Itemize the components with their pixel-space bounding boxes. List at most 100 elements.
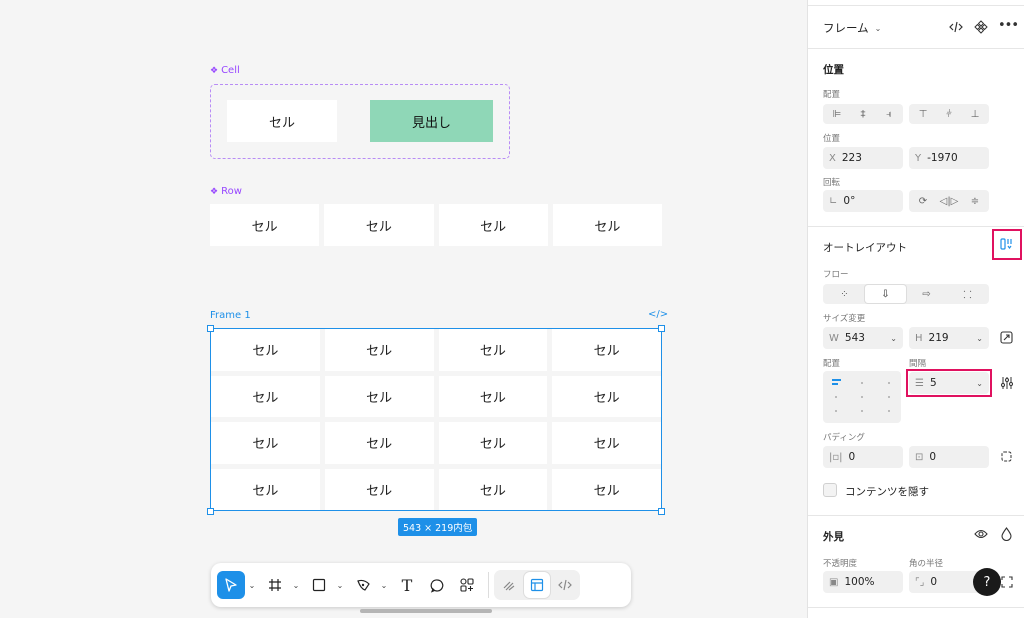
text-tool-button[interactable]: T (393, 571, 421, 599)
grid-cell[interactable]: セル (438, 375, 548, 417)
chevron-down-icon[interactable]: ⌄ (377, 581, 391, 590)
help-button[interactable]: ? (973, 568, 1001, 596)
align-middle-v-icon[interactable]: ⫩ (936, 105, 962, 123)
opacity-field[interactable]: ▣ 100% (823, 571, 903, 593)
component-tool-button[interactable] (453, 571, 481, 599)
grid-cell[interactable]: セル (438, 329, 548, 371)
draw-mode-button[interactable] (496, 572, 522, 598)
grid-cell[interactable]: セル (211, 422, 320, 464)
grid-cell[interactable]: セル (438, 422, 548, 464)
design-mode-button[interactable] (524, 572, 550, 598)
rotation-field[interactable]: ∟ 0° (823, 190, 903, 212)
alignment-dot[interactable] (835, 396, 837, 398)
grid-cell[interactable]: セル (211, 468, 320, 510)
cell-variant[interactable]: セル (227, 100, 337, 142)
row-cell[interactable]: セル (324, 204, 434, 246)
design-canvas[interactable]: ❖ Cell セル 見出し ❖ Row セル セル セル セル Frame 1 … (0, 0, 807, 618)
clip-content-checkbox[interactable] (823, 483, 837, 497)
pen-tool-button[interactable] (349, 571, 377, 599)
align-center-h-icon[interactable]: ‡ (850, 105, 876, 123)
resize-to-fit-icon[interactable] (1000, 331, 1013, 347)
width-value: 543 (844, 332, 865, 344)
shape-tool-button[interactable] (305, 571, 333, 599)
rotation-label: 回転 (823, 178, 841, 188)
more-options-icon[interactable]: ••• (998, 18, 1019, 33)
code-icon[interactable] (949, 20, 963, 37)
grid-cell[interactable]: セル (552, 422, 661, 464)
component-icon: ❖ (210, 186, 219, 197)
y-prefix: Y (915, 152, 922, 164)
alignment-dot[interactable] (888, 410, 890, 412)
eye-icon[interactable] (974, 528, 988, 543)
individual-padding-icon[interactable] (1000, 450, 1013, 466)
grid-cell[interactable]: セル (324, 422, 434, 464)
resize-handle-bottom-right[interactable] (658, 508, 665, 515)
vertical-flow-icon[interactable]: ⇩ (865, 285, 906, 303)
row-component-name: Row (221, 186, 242, 197)
layout-settings-icon[interactable] (1000, 376, 1014, 393)
grid-cell[interactable]: セル (211, 375, 320, 417)
grid-cell[interactable]: セル (211, 329, 320, 371)
horizontal-scrollbar[interactable] (360, 609, 492, 613)
row-cell[interactable]: セル (210, 204, 320, 246)
align-bottom-icon[interactable]: ⊥ (962, 105, 988, 123)
alignment-grid[interactable] (823, 371, 901, 423)
comment-tool-button[interactable] (423, 571, 451, 599)
horizontal-flow-icon[interactable]: ⇨ (906, 285, 947, 303)
row-cell[interactable]: セル (438, 204, 548, 246)
grid-cell[interactable]: セル (552, 375, 661, 417)
grid-cell[interactable]: セル (552, 468, 661, 510)
alignment-dot[interactable] (888, 382, 890, 384)
cell-component-label[interactable]: ❖ Cell (210, 65, 240, 76)
resize-handle-bottom-left[interactable] (207, 508, 214, 515)
vertical-padding-field[interactable]: ⊡ 0 (909, 446, 989, 468)
heading-variant[interactable]: 見出し (370, 100, 493, 142)
layer-type-dropdown[interactable]: フレーム ⌄ (823, 20, 881, 36)
frame-tool-button[interactable] (261, 571, 289, 599)
component-icon[interactable] (974, 20, 988, 37)
resize-handle-top-left[interactable] (207, 325, 214, 332)
freeform-icon[interactable]: ⁘ (824, 285, 865, 303)
chevron-down-icon[interactable]: ⌄ (333, 581, 347, 590)
align-left-icon[interactable]: ⊫ (824, 105, 850, 123)
grid-cell[interactable]: セル (324, 375, 434, 417)
height-field[interactable]: H 219 ⌄ (909, 327, 989, 349)
grid-cell[interactable]: セル (324, 468, 434, 510)
drop-icon[interactable] (1001, 527, 1012, 544)
resize-handle-top-right[interactable] (658, 325, 665, 332)
components-icon (460, 578, 474, 592)
alignment-dot[interactable] (888, 396, 890, 398)
grid-cell[interactable]: セル (324, 329, 434, 371)
align-right-icon[interactable]: ⫣ (876, 105, 902, 123)
alignment-dot[interactable] (861, 382, 863, 384)
flip-horizontal-icon[interactable]: ◁|▷ (936, 191, 962, 211)
grid-cell[interactable]: セル (438, 468, 548, 510)
rotate-icon[interactable]: ⟳ (910, 191, 936, 211)
chevron-down-icon[interactable]: ⌄ (289, 581, 303, 590)
opacity-icon: ▣ (829, 576, 839, 588)
independent-corners-icon[interactable] (1001, 576, 1013, 591)
move-tool-button[interactable] (217, 571, 245, 599)
alignment-dot[interactable] (861, 410, 863, 412)
y-field[interactable]: Y -1970 (909, 147, 989, 169)
x-field[interactable]: X 223 (823, 147, 903, 169)
frame-label[interactable]: Frame 1 (210, 310, 251, 321)
dev-mode-button[interactable] (552, 572, 578, 598)
chevron-down-icon[interactable]: ⌄ (245, 581, 259, 590)
width-field[interactable]: W 543 ⌄ (823, 327, 903, 349)
highlight-box (906, 369, 992, 397)
horizontal-padding-field[interactable]: |▫| 0 (823, 446, 903, 468)
corner-radius-icon: ⌜⌟ (915, 576, 925, 588)
row-component[interactable]: セル セル セル セル (210, 204, 662, 246)
frame-1[interactable]: セル セル セル セル セル セル セル セル セル セル セル セル セル セ… (210, 328, 662, 511)
align-top-icon[interactable]: ⊤ (910, 105, 936, 123)
grid-cell[interactable]: セル (552, 329, 661, 371)
clip-content-label: コンテンツを隠す (845, 486, 929, 498)
flip-vertical-icon[interactable]: ≑ (962, 191, 988, 211)
alignment-dot[interactable] (861, 396, 863, 398)
row-component-label[interactable]: ❖ Row (210, 186, 242, 197)
grid-flow-icon[interactable]: ⸬ (947, 285, 988, 303)
code-icon[interactable]: </> (648, 309, 668, 320)
row-cell[interactable]: セル (552, 204, 662, 246)
alignment-dot[interactable] (835, 410, 837, 412)
